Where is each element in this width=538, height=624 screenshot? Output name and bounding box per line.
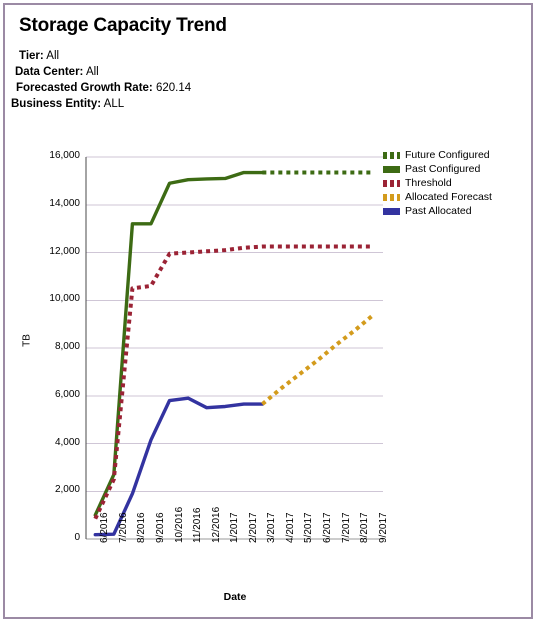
y-axis-tick-label: 10,000 [49, 293, 80, 305]
y-axis-tick-label: 6,000 [54, 388, 80, 400]
legend-swatch-icon [383, 152, 400, 159]
chart-canvas: TB Date 0 2,000 4,000 6,000 8,000 10,000 12,00… [5, 5, 531, 617]
x-axis-tick-label: 10/2016 [173, 506, 185, 543]
legend-item-label: Allocated Forecast [405, 191, 492, 203]
x-axis-tick-label: 4/2017 [284, 512, 296, 543]
x-axis-tick-label: 11/2016 [192, 507, 204, 543]
legend-swatch-icon [383, 180, 400, 187]
legend-item-label: Threshold [405, 177, 452, 189]
report-frame: Storage Capacity Trend Tier: All Data Ce… [3, 3, 533, 619]
legend-swatch-icon [383, 194, 400, 201]
chart-legend: Future Configured Past Configured Threshol… [383, 149, 533, 219]
x-axis-title: Date [223, 591, 247, 603]
y-axis-tick-label: 12,000 [49, 245, 80, 257]
legend-item-label: Past Allocated [405, 205, 472, 217]
x-axis-tick-label: 6/2016 [99, 512, 111, 543]
legend-item-label: Past Configured [405, 163, 481, 175]
x-axis-tick-label: 9/2016 [154, 512, 166, 543]
legend-item[interactable]: Past Allocated [383, 205, 533, 218]
x-axis-tick-label: 8/2016 [136, 512, 148, 543]
y-axis-tick-label: 8,000 [54, 341, 80, 352]
x-axis-tick-label: 12/2016 [210, 506, 222, 543]
series-line [93, 170, 265, 517]
x-axis-tick-label: 5/2017 [303, 512, 315, 543]
x-axis-tick-label: 2/2017 [247, 512, 259, 543]
x-axis-tick-label: 9/2017 [377, 512, 389, 543]
y-axis-tick-label: 2,000 [54, 484, 80, 496]
y-axis-tick-label: 0 [74, 532, 80, 543]
legend-item-label: Future Configured [405, 149, 490, 161]
y-axis-tick-label: 16,000 [49, 150, 80, 161]
legend-item[interactable]: Future Configured [383, 149, 533, 162]
legend-item[interactable]: Allocated Forecast [383, 191, 533, 204]
x-axis-tick-label: 6/2017 [322, 512, 334, 543]
x-axis-tick-label: 1/2017 [229, 512, 241, 543]
legend-swatch-icon [383, 208, 400, 215]
legend-item[interactable]: Past Configured [383, 163, 533, 176]
y-axis-tick-label: 4,000 [54, 436, 80, 448]
y-axis-tick-label: 14,000 [49, 197, 80, 209]
legend-swatch-icon [383, 166, 400, 173]
x-axis-tick-label: 3/2017 [266, 512, 278, 543]
x-axis-tick-label: 7/2016 [117, 512, 129, 543]
legend-item[interactable]: Threshold [383, 177, 533, 190]
series-line [261, 313, 376, 406]
x-axis-tick-label: 8/2017 [359, 512, 371, 543]
x-axis-tick-label: 7/2017 [340, 512, 352, 543]
